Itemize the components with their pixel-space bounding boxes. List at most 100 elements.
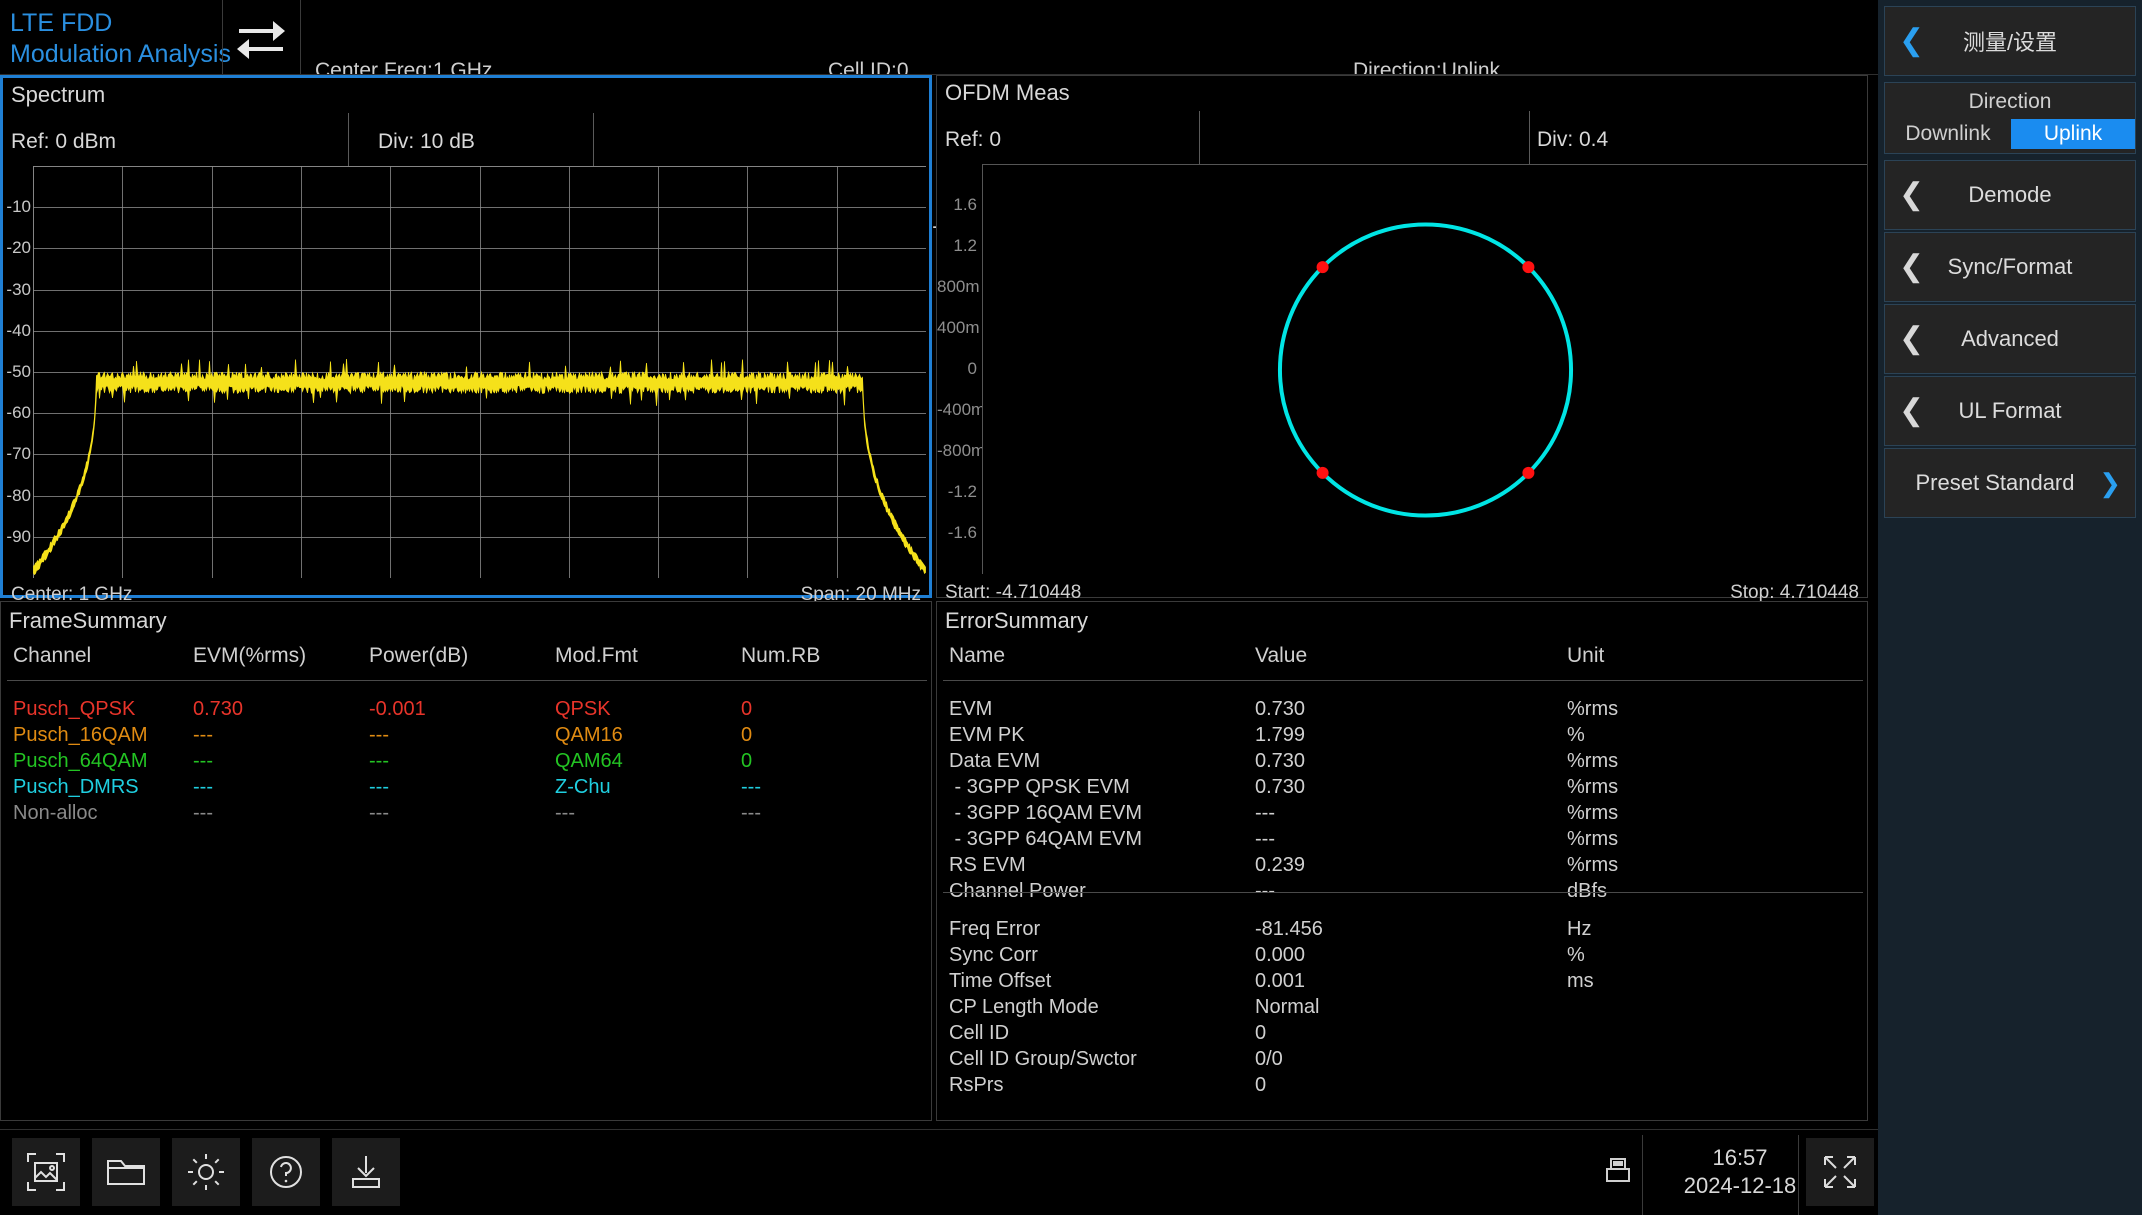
error-summary-name: RS EVM bbox=[949, 854, 1026, 876]
chevron-left-icon: ❮ bbox=[1899, 394, 1925, 427]
header-divider-1 bbox=[222, 0, 223, 75]
preset-standard-label: Preset Standard bbox=[1915, 470, 2075, 495]
error-summary-name: Sync Corr bbox=[949, 944, 1038, 966]
error-summary-title: ErrorSummary bbox=[945, 608, 1089, 633]
frame-summary-title: FrameSummary bbox=[9, 608, 167, 633]
ofdm-plot[interactable] bbox=[982, 164, 1867, 574]
error-summary-name: Freq Error bbox=[949, 918, 1041, 940]
ofdm-ytick: 1.2 bbox=[953, 236, 977, 255]
bottom-toolbar: 16:57 2024-12-18 bbox=[0, 1129, 1878, 1215]
mode-title-line1: LTE FDD bbox=[10, 9, 113, 37]
frame-summary-cell: --- bbox=[369, 776, 389, 798]
screenshot-icon[interactable] bbox=[12, 1138, 80, 1206]
help-icon[interactable] bbox=[252, 1138, 320, 1206]
frame-summary-cell: Pusch_DMRS bbox=[13, 776, 139, 798]
error-summary-name: - 3GPP QPSK EVM bbox=[949, 776, 1130, 798]
error-summary-unit: Hz bbox=[1567, 918, 1592, 940]
error-summary-name: - 3GPP 16QAM EVM bbox=[949, 802, 1143, 824]
error-summary-value: --- bbox=[1255, 802, 1275, 824]
ofdm-panel[interactable]: OFDM Meas Ref: 0 Div: 0.4 1.6 1.2 800m 400m… bbox=[936, 75, 1868, 603]
spectrum-ref-label: Ref: 0 dBm bbox=[11, 130, 117, 153]
status-divider-1 bbox=[1642, 1135, 1643, 1215]
frame-summary-cell: QAM16 bbox=[555, 724, 623, 746]
direction-option-uplink[interactable]: Uplink bbox=[2011, 119, 2135, 149]
spectrum-panel[interactable]: Spectrum Ref: 0 dBm Div: 10 dB -10 -20 -30… bbox=[0, 75, 932, 668]
sidebar-back-button[interactable]: ❮ 测量/设置 bbox=[1884, 6, 2136, 76]
save-download-icon[interactable] bbox=[332, 1138, 400, 1206]
error-summary-unit: %rms bbox=[1567, 698, 1619, 720]
error-summary-value: 0.000 bbox=[1255, 944, 1306, 966]
error-summary-name: Data EVM bbox=[949, 750, 1041, 772]
spectrum-div-label: Div: 10 dB bbox=[378, 130, 475, 153]
instrument-screen: LTE FDD Modulation Analysis Center Freq:… bbox=[0, 0, 2142, 1215]
sidebar-item-advanced[interactable]: ❮ Advanced bbox=[1884, 304, 2136, 374]
gear-icon[interactable] bbox=[172, 1138, 240, 1206]
ofdm-title: OFDM Meas bbox=[945, 80, 1070, 105]
error-summary-col-header: Name bbox=[949, 644, 1006, 667]
spectrum-ytick: -70 bbox=[6, 444, 31, 464]
frame-summary-col-header: Num.RB bbox=[741, 644, 821, 667]
sidebar-item-sync-format[interactable]: ❮ Sync/Format bbox=[1884, 232, 2136, 302]
error-summary-value: 0.730 bbox=[1255, 698, 1306, 720]
frame-summary-cell: Z-Chu bbox=[555, 776, 611, 798]
error-summary-unit: %rms bbox=[1567, 854, 1619, 876]
ofdm-ytick: 400m bbox=[937, 318, 980, 337]
ofdm-ytick: 800m bbox=[937, 277, 980, 296]
error-summary-value: 0 bbox=[1255, 1022, 1267, 1044]
header-bar: LTE FDD Modulation Analysis Center Freq:… bbox=[0, 0, 1878, 238]
header-divider-2 bbox=[300, 0, 301, 75]
error-summary-unit: ms bbox=[1567, 970, 1594, 992]
error-summary-value: 0/0 bbox=[1255, 1048, 1283, 1070]
error-summary-unit: %rms bbox=[1567, 750, 1619, 772]
spectrum-plot[interactable] bbox=[33, 166, 926, 578]
error-summary-value: Normal bbox=[1255, 996, 1320, 1018]
frame-summary-cell: QPSK bbox=[555, 698, 611, 720]
sidebar-item-preset-standard[interactable]: Preset Standard ❯ bbox=[1884, 448, 2136, 518]
clock-display: 16:57 2024-12-18 bbox=[1660, 1144, 1820, 1200]
error-summary-panel[interactable]: ErrorSummary Name Value Unit EVM 0.730 %rms E… bbox=[936, 601, 1868, 1121]
frame-summary-col-header: Power(dB) bbox=[369, 644, 469, 667]
right-sidebar: ❮ 测量/设置 Direction Downlink Uplink ❮ Demo… bbox=[1878, 0, 2142, 1215]
frame-summary-rule bbox=[7, 680, 927, 681]
mode-title[interactable]: LTE FDD Modulation Analysis bbox=[10, 8, 231, 70]
sidebar-direction-group[interactable]: Direction Downlink Uplink bbox=[1884, 82, 2136, 154]
error-summary-value: 0.730 bbox=[1255, 750, 1306, 772]
frame-summary-cell: -0.001 bbox=[369, 698, 426, 720]
frame-summary-cell: 0.730 bbox=[193, 698, 244, 720]
frame-summary-cell: --- bbox=[369, 802, 389, 824]
error-summary-unit: %rms bbox=[1567, 802, 1619, 824]
spectrum-title: Spectrum bbox=[11, 82, 106, 107]
direction-option-downlink[interactable]: Downlink bbox=[1885, 119, 2011, 149]
frame-summary-cell: Pusch_QPSK bbox=[13, 698, 136, 720]
error-summary-value: -81.456 bbox=[1255, 918, 1323, 940]
error-summary-name: CP Length Mode bbox=[949, 996, 1099, 1018]
spectrum-ytick: -50 bbox=[6, 362, 31, 381]
frame-summary-cell: QAM64 bbox=[555, 750, 623, 772]
ofdm-ytick: 0 bbox=[967, 359, 977, 378]
error-summary-col-header: Value bbox=[1255, 644, 1308, 667]
ofdm-header-divider-2 bbox=[1529, 111, 1530, 166]
frame-summary-cell: --- bbox=[741, 776, 761, 798]
sidebar-item-demode[interactable]: ❮ Demode bbox=[1884, 160, 2136, 230]
error-summary-value: 1.799 bbox=[1255, 724, 1306, 746]
error-summary-name: EVM PK bbox=[949, 724, 1025, 746]
usb-icon[interactable] bbox=[1600, 1152, 1640, 1192]
error-summary-rule-mid bbox=[943, 892, 1863, 893]
ofdm-ytick: -800m bbox=[937, 441, 986, 460]
spectrum-ytick: -40 bbox=[6, 320, 31, 340]
error-summary-unit: % bbox=[1567, 724, 1585, 746]
frame-summary-col-header: Mod.Fmt bbox=[555, 644, 638, 667]
frame-summary-panel[interactable]: FrameSummary Channel EVM(%rms) Power(dB) Mo… bbox=[0, 601, 932, 1121]
sidebar-item-ul-format[interactable]: ❮ UL Format bbox=[1884, 376, 2136, 446]
spectrum-header-divider bbox=[348, 113, 349, 168]
frame-summary-cell: Pusch_64QAM bbox=[13, 750, 148, 772]
chevron-left-icon: ❮ bbox=[1899, 24, 1925, 57]
spectrum-ytick: -80 bbox=[6, 485, 31, 505]
frame-summary-col-header: EVM(%rms) bbox=[193, 644, 307, 667]
fullscreen-arrows-icon[interactable] bbox=[1806, 1138, 1874, 1206]
frame-summary-cell: --- bbox=[369, 750, 389, 772]
ofdm-ytick: 1.6 bbox=[953, 195, 977, 214]
folder-icon[interactable] bbox=[92, 1138, 160, 1206]
ofdm-ytick: -1.2 bbox=[947, 482, 977, 501]
swap-arrows-icon[interactable] bbox=[233, 16, 289, 60]
